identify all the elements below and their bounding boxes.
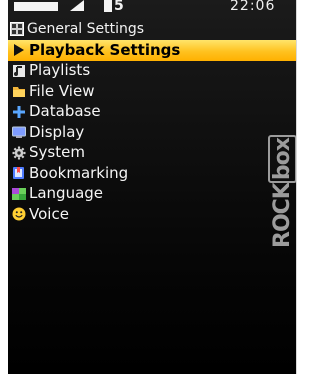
folder-icon xyxy=(12,84,26,98)
rockbox-logo-box: box xyxy=(268,135,296,184)
general-settings-icon xyxy=(10,22,24,36)
clock: 22:06 xyxy=(230,0,276,14)
menu-item-display[interactable]: Display xyxy=(8,122,296,143)
bookmark-icon xyxy=(12,166,26,180)
volume-icon xyxy=(104,0,112,12)
play-arrow-icon xyxy=(12,43,26,57)
menu-item-label: Playlists xyxy=(29,61,91,80)
status-bar: 5 22:06 xyxy=(8,0,296,16)
rockbox-logo-text: ROCK xyxy=(270,183,295,248)
menu-title-row: General Settings xyxy=(10,20,144,38)
menu-item-label: Display xyxy=(29,122,85,141)
menu-item-label: Playback Settings xyxy=(29,40,181,59)
menu-item-playlists[interactable]: Playlists xyxy=(8,61,296,82)
menu-item-language[interactable]: Language xyxy=(8,184,296,205)
main-menu: Playback Settings Playlists File View Da… xyxy=(8,40,296,225)
status-number: 5 xyxy=(114,0,124,14)
menu-item-playback-settings[interactable]: Playback Settings xyxy=(8,40,296,61)
menu-item-bookmarking[interactable]: Bookmarking xyxy=(8,163,296,184)
menu-item-label: Language xyxy=(29,184,104,203)
gear-icon xyxy=(12,146,26,160)
menu-item-label: File View xyxy=(29,81,95,100)
database-plus-icon xyxy=(12,105,26,119)
display-icon xyxy=(12,125,26,139)
page-title: General Settings xyxy=(27,21,145,37)
language-icon xyxy=(12,187,26,201)
rockbox-logo: ROCKbox xyxy=(268,135,296,248)
voice-smiley-icon xyxy=(12,207,26,221)
menu-item-label: Bookmarking xyxy=(29,163,129,182)
menu-item-database[interactable]: Database xyxy=(8,102,296,123)
menu-item-label: Voice xyxy=(29,204,69,223)
menu-item-label: Database xyxy=(29,102,101,121)
menu-item-label: System xyxy=(29,143,85,162)
battery-icon xyxy=(14,2,58,11)
playlist-icon xyxy=(12,64,26,78)
menu-item-system[interactable]: System xyxy=(8,143,296,164)
signal-icon xyxy=(70,0,84,11)
menu-item-file-view[interactable]: File View xyxy=(8,81,296,102)
menu-item-voice[interactable]: Voice xyxy=(8,204,296,225)
device-screen: 5 22:06 General Settings Playback Settin… xyxy=(8,0,297,374)
